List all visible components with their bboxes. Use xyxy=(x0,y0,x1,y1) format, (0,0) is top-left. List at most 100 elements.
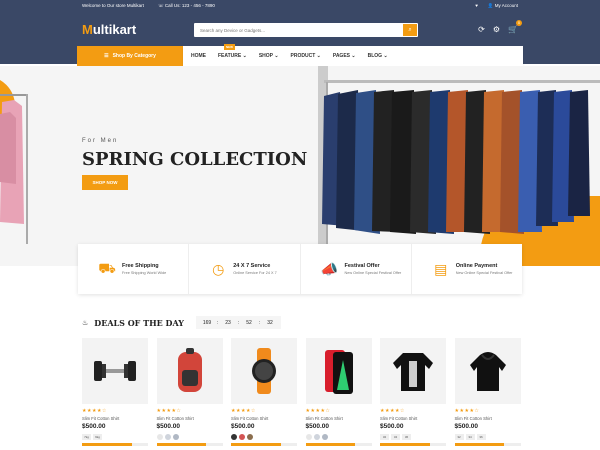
nav-row: ☰ Shop By Category HOME NEW FEATURE ⌄ SHOP… xyxy=(77,44,523,66)
menu-product-label: PRODUCT xyxy=(290,53,316,59)
color-swatch[interactable] xyxy=(172,434,179,440)
phone-image xyxy=(324,350,353,394)
menu-feature[interactable]: NEW FEATURE ⌄ xyxy=(218,44,247,59)
product-name[interactable]: Slim Fit Cotton Shirt xyxy=(455,416,521,421)
size-option[interactable]: 34 xyxy=(391,434,400,440)
menu-pages-label: PAGES xyxy=(332,53,350,59)
service-sub: Online Service For 24 X 7 xyxy=(233,271,277,275)
search-button[interactable]: ⌕ xyxy=(403,24,417,36)
refresh-icon[interactable]: ⟳ xyxy=(478,25,485,34)
product-name[interactable]: Slim Fit Cotton Shirt xyxy=(380,416,446,421)
size-option[interactable]: 36 xyxy=(402,434,411,440)
product-card[interactable]: ★★★★☆ Slim Fit Cotton Shirt $500.00 7kg … xyxy=(82,338,148,446)
sold-progress-fill xyxy=(305,443,355,446)
product-options: 32 34 36 xyxy=(380,434,446,440)
chevron-down-icon: ⌄ xyxy=(351,53,356,59)
product-image-hoodie[interactable] xyxy=(454,338,521,404)
menu-icon: ☰ xyxy=(104,53,109,59)
product-price: $500.00 xyxy=(305,423,330,430)
product-price: $500.00 xyxy=(454,423,479,430)
service-title: Festival Offer xyxy=(344,263,380,269)
dumbbell-image xyxy=(94,361,136,381)
product-image-dumbbells[interactable] xyxy=(82,338,148,404)
product-image-sweatshirt[interactable] xyxy=(380,338,446,404)
user-icon: 👤 xyxy=(487,2,495,8)
rating-stars: ★★★★☆ xyxy=(380,408,405,414)
product-image-phone[interactable] xyxy=(305,338,372,404)
size-option[interactable]: 7kg xyxy=(82,434,91,440)
main-menu: HOME NEW FEATURE ⌄ SHOP ⌄ PRODUCT ⌄ PAGES… xyxy=(183,44,523,66)
product-card[interactable]: ★★★★☆ Slim Fit Cotton Shirt $500.00 32 3… xyxy=(380,338,446,446)
product-name[interactable]: Slim Fit Cotton Shirt xyxy=(82,416,148,421)
size-option[interactable]: 34 xyxy=(465,434,475,440)
sold-progress xyxy=(231,443,297,446)
logo-rest: ultikart xyxy=(92,22,137,37)
product-card[interactable]: ★★★★☆ Slim Fit Cotton Shirt $500.00 32 3… xyxy=(454,338,521,446)
rating-stars: ★★★★☆ xyxy=(231,408,256,414)
color-swatch[interactable] xyxy=(164,434,171,440)
product-image-watch[interactable] xyxy=(231,338,297,404)
size-option[interactable]: 32 xyxy=(454,434,464,440)
backpack-image xyxy=(177,348,202,392)
hoodie-image xyxy=(469,352,506,391)
color-swatch[interactable] xyxy=(239,434,245,440)
color-swatch[interactable] xyxy=(321,434,328,440)
product-price: $500.00 xyxy=(156,423,181,430)
shop-now-button[interactable]: SHOP NOW xyxy=(82,175,128,190)
color-swatch[interactable] xyxy=(247,434,253,440)
my-account-link[interactable]: 👤 My Account xyxy=(488,3,518,9)
rating-stars: ★★★★☆ xyxy=(82,408,107,414)
sold-progress-fill xyxy=(454,443,504,446)
size-option[interactable]: 9kg xyxy=(93,434,102,440)
rating-stars: ★★★★☆ xyxy=(305,408,331,414)
color-swatch[interactable] xyxy=(231,434,237,440)
sold-progress xyxy=(380,443,446,446)
menu-home[interactable]: HOME xyxy=(191,53,206,59)
product-name[interactable]: Slim Fit Cotton Shirt xyxy=(231,416,297,421)
site-logo[interactable]: Multikart xyxy=(82,22,136,37)
size-option[interactable]: 36 xyxy=(476,434,486,440)
services-strip: ⛟ Free Shipping Free Shipping World Wide … xyxy=(78,244,522,294)
sweatshirt-image xyxy=(393,353,433,391)
shop-by-category-button[interactable]: ☰ Shop By Category xyxy=(77,46,183,66)
color-swatch[interactable] xyxy=(313,434,320,440)
color-swatch[interactable] xyxy=(156,434,163,440)
search-input[interactable] xyxy=(194,23,403,37)
jackets-rack-image xyxy=(318,66,600,266)
sold-progress-fill xyxy=(380,443,430,446)
search-icon: ⌕ xyxy=(408,26,412,33)
gear-icon[interactable]: ⚙ xyxy=(493,25,500,34)
product-card[interactable]: ★★★★☆ Slim Fit Cotton Shirt $500.00 xyxy=(231,338,297,446)
menu-blog-label: BLOG xyxy=(367,53,383,59)
product-options: 7kg 9kg xyxy=(82,434,148,440)
product-card[interactable]: ★★★★☆ Slim Fit Cotton Shirt $500.00 xyxy=(156,338,223,446)
account-label: My Account xyxy=(494,2,518,8)
product-card[interactable]: ★★★★☆ Slim Fit Cotton Shirt $500.00 xyxy=(305,338,372,446)
product-image-backpack[interactable] xyxy=(156,338,223,404)
cart-icon[interactable]: 🛒 0 xyxy=(508,20,522,34)
menu-product[interactable]: PRODUCT ⌄ xyxy=(291,53,321,59)
clothes-rack-image xyxy=(0,94,28,244)
sold-progress-fill xyxy=(156,443,206,446)
deal-countdown: 169: 23: 52: 32 xyxy=(196,316,281,329)
call-number: Call Us: 123 - 456 - 7890 xyxy=(164,2,215,8)
megaphone-icon: 📣 xyxy=(320,260,339,277)
timer-days: 169 xyxy=(202,319,212,326)
product-price: $500.00 xyxy=(231,423,255,430)
color-swatch[interactable] xyxy=(305,434,312,440)
sold-progress-fill xyxy=(82,443,132,446)
menu-pages[interactable]: PAGES ⌄ xyxy=(333,53,356,59)
menu-shop[interactable]: SHOP ⌄ xyxy=(259,53,279,59)
menu-blog[interactable]: BLOG ⌄ xyxy=(368,53,388,59)
product-name[interactable]: Slim Fit Cotton Shirt xyxy=(306,416,372,421)
sold-progress xyxy=(305,443,372,446)
service-title: Online Payment xyxy=(455,263,498,269)
sold-progress-fill xyxy=(231,443,281,446)
size-option[interactable]: 32 xyxy=(380,434,389,440)
clock-icon: ◷ xyxy=(212,260,225,277)
welcome-text: Welcome to Our store Multikart xyxy=(82,2,144,8)
product-name[interactable]: Slim Fit Cotton Shirt xyxy=(157,416,223,421)
wishlist-heart-icon[interactable]: ♥ xyxy=(475,3,478,8)
chevron-down-icon: ⌄ xyxy=(242,53,247,59)
service-sub: Free Shipping World Wide xyxy=(122,271,167,275)
